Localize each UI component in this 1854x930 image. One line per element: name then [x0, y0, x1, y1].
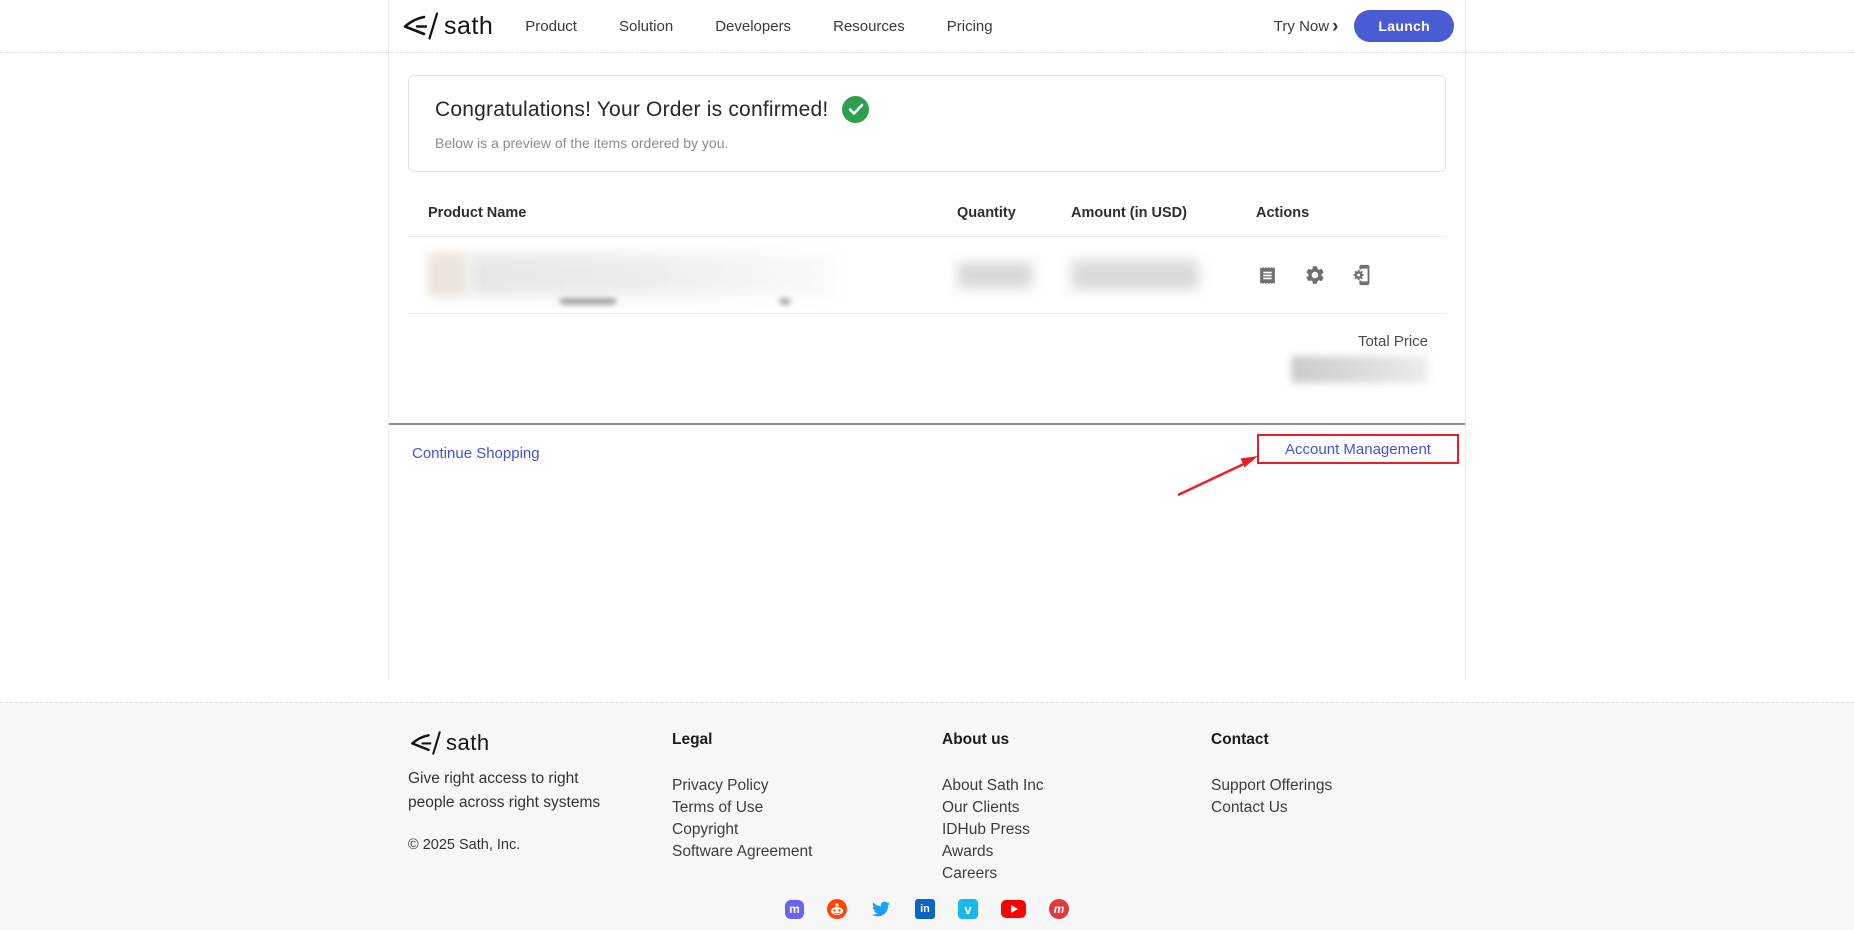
- vimeo-icon[interactable]: v: [958, 899, 978, 919]
- footer-link-contact-us[interactable]: Contact Us: [1211, 797, 1466, 819]
- nav-item-solution[interactable]: Solution: [619, 18, 673, 35]
- sath-logo-mark-icon: [400, 10, 442, 42]
- page: sath Product Solution Developers Resourc…: [0, 0, 1854, 930]
- footer-brand-column: sath Give right access to right people a…: [408, 729, 672, 885]
- quantity-redacted: [957, 262, 1033, 288]
- footer-contact-heading: Contact: [1211, 731, 1466, 749]
- footer-contact-column: Contact Support Offerings Contact Us: [1211, 729, 1466, 885]
- success-check-icon: [842, 96, 869, 123]
- continue-shopping-link[interactable]: Continue Shopping: [412, 445, 540, 462]
- settings-gear-icon[interactable]: [1304, 264, 1326, 286]
- confirmation-title: Congratulations! Your Order is confirmed…: [435, 98, 828, 122]
- footer-legal-column: Legal Privacy Policy Terms of Use Copyri…: [672, 729, 942, 885]
- app-settings-icon[interactable]: [1352, 264, 1374, 286]
- try-now-link[interactable]: Try Now ›: [1274, 17, 1339, 36]
- footer-copyright: © 2025 Sath, Inc.: [408, 837, 672, 853]
- footer-tagline: Give right access to right people across…: [408, 767, 620, 815]
- product-name-redacted: [468, 254, 836, 296]
- twitter-icon[interactable]: [870, 900, 892, 918]
- total-price-label: Total Price: [388, 333, 1428, 350]
- col-header-amount: Amount (in USD): [1071, 205, 1256, 221]
- footer-link-terms-of-use[interactable]: Terms of Use: [672, 797, 942, 819]
- nav-item-resources[interactable]: Resources: [833, 18, 905, 35]
- youtube-icon[interactable]: [1001, 900, 1026, 918]
- top-navigation-bar: sath Product Solution Developers Resourc…: [0, 0, 1854, 53]
- receipt-icon[interactable]: [1256, 264, 1278, 286]
- linkedin-icon[interactable]: in: [915, 899, 935, 919]
- quantity-cell: [957, 262, 1071, 288]
- chevron-right-icon: ›: [1332, 17, 1338, 36]
- table-row: [408, 237, 1446, 314]
- confirmation-subtitle: Below is a preview of the items ordered …: [435, 135, 1419, 151]
- footer-links-row: Continue Shopping Account Management: [388, 425, 1466, 555]
- nav-item-pricing[interactable]: Pricing: [947, 18, 993, 35]
- footer-link-support-offerings[interactable]: Support Offerings: [1211, 775, 1466, 797]
- footer-brand-logo[interactable]: sath: [408, 729, 672, 757]
- page-footer: sath Give right access to right people a…: [0, 702, 1854, 930]
- footer-legal-heading: Legal: [672, 731, 942, 749]
- order-total-section: Total Price: [388, 314, 1466, 383]
- total-price-redacted: [1291, 356, 1428, 383]
- sath-logo-mark-icon: [408, 729, 444, 757]
- annotation-highlight-box: Account Management: [1257, 434, 1459, 464]
- footer-link-idhub-press[interactable]: IDHub Press: [942, 819, 1211, 841]
- order-items-table: Product Name Quantity Amount (in USD) Ac…: [408, 172, 1446, 314]
- product-thumbnail-redacted: [428, 253, 466, 297]
- mastodon-icon[interactable]: m: [785, 900, 804, 919]
- reddit-icon[interactable]: [827, 899, 847, 919]
- actions-cell: [1256, 264, 1446, 286]
- footer-about-heading: About us: [942, 731, 1211, 749]
- footer-link-privacy-policy[interactable]: Privacy Policy: [672, 775, 942, 797]
- footer-link-our-clients[interactable]: Our Clients: [942, 797, 1211, 819]
- brand-name: sath: [446, 732, 490, 754]
- col-header-product-name: Product Name: [408, 205, 957, 221]
- nav-item-developers[interactable]: Developers: [715, 18, 791, 35]
- meetup-icon[interactable]: m: [1049, 899, 1069, 919]
- footer-about-column: About us About Sath Inc Our Clients IDHu…: [942, 729, 1211, 885]
- footer-link-about-sath[interactable]: About Sath Inc: [942, 775, 1211, 797]
- account-management-link[interactable]: Account Management: [1285, 441, 1431, 458]
- table-header-row: Product Name Quantity Amount (in USD) Ac…: [408, 172, 1446, 237]
- main-content: Congratulations! Your Order is confirmed…: [388, 75, 1466, 702]
- launch-button[interactable]: Launch: [1354, 10, 1454, 42]
- social-icons-row: m in v m: [388, 899, 1466, 919]
- col-header-quantity: Quantity: [957, 205, 1071, 221]
- footer-link-careers[interactable]: Careers: [942, 863, 1211, 885]
- amount-cell: [1071, 260, 1256, 290]
- footer-link-awards[interactable]: Awards: [942, 841, 1211, 863]
- amount-redacted: [1071, 260, 1199, 290]
- main-nav: Product Solution Developers Resources Pr…: [525, 18, 992, 35]
- brand-name: sath: [444, 14, 493, 39]
- col-header-actions: Actions: [1256, 205, 1446, 221]
- nav-item-product[interactable]: Product: [525, 18, 577, 35]
- product-name-cell: [408, 237, 957, 313]
- order-confirmation-card: Congratulations! Your Order is confirmed…: [408, 75, 1446, 172]
- footer-link-software-agreement[interactable]: Software Agreement: [672, 841, 942, 863]
- footer-link-copyright[interactable]: Copyright: [672, 819, 942, 841]
- brand-logo[interactable]: sath: [400, 10, 493, 42]
